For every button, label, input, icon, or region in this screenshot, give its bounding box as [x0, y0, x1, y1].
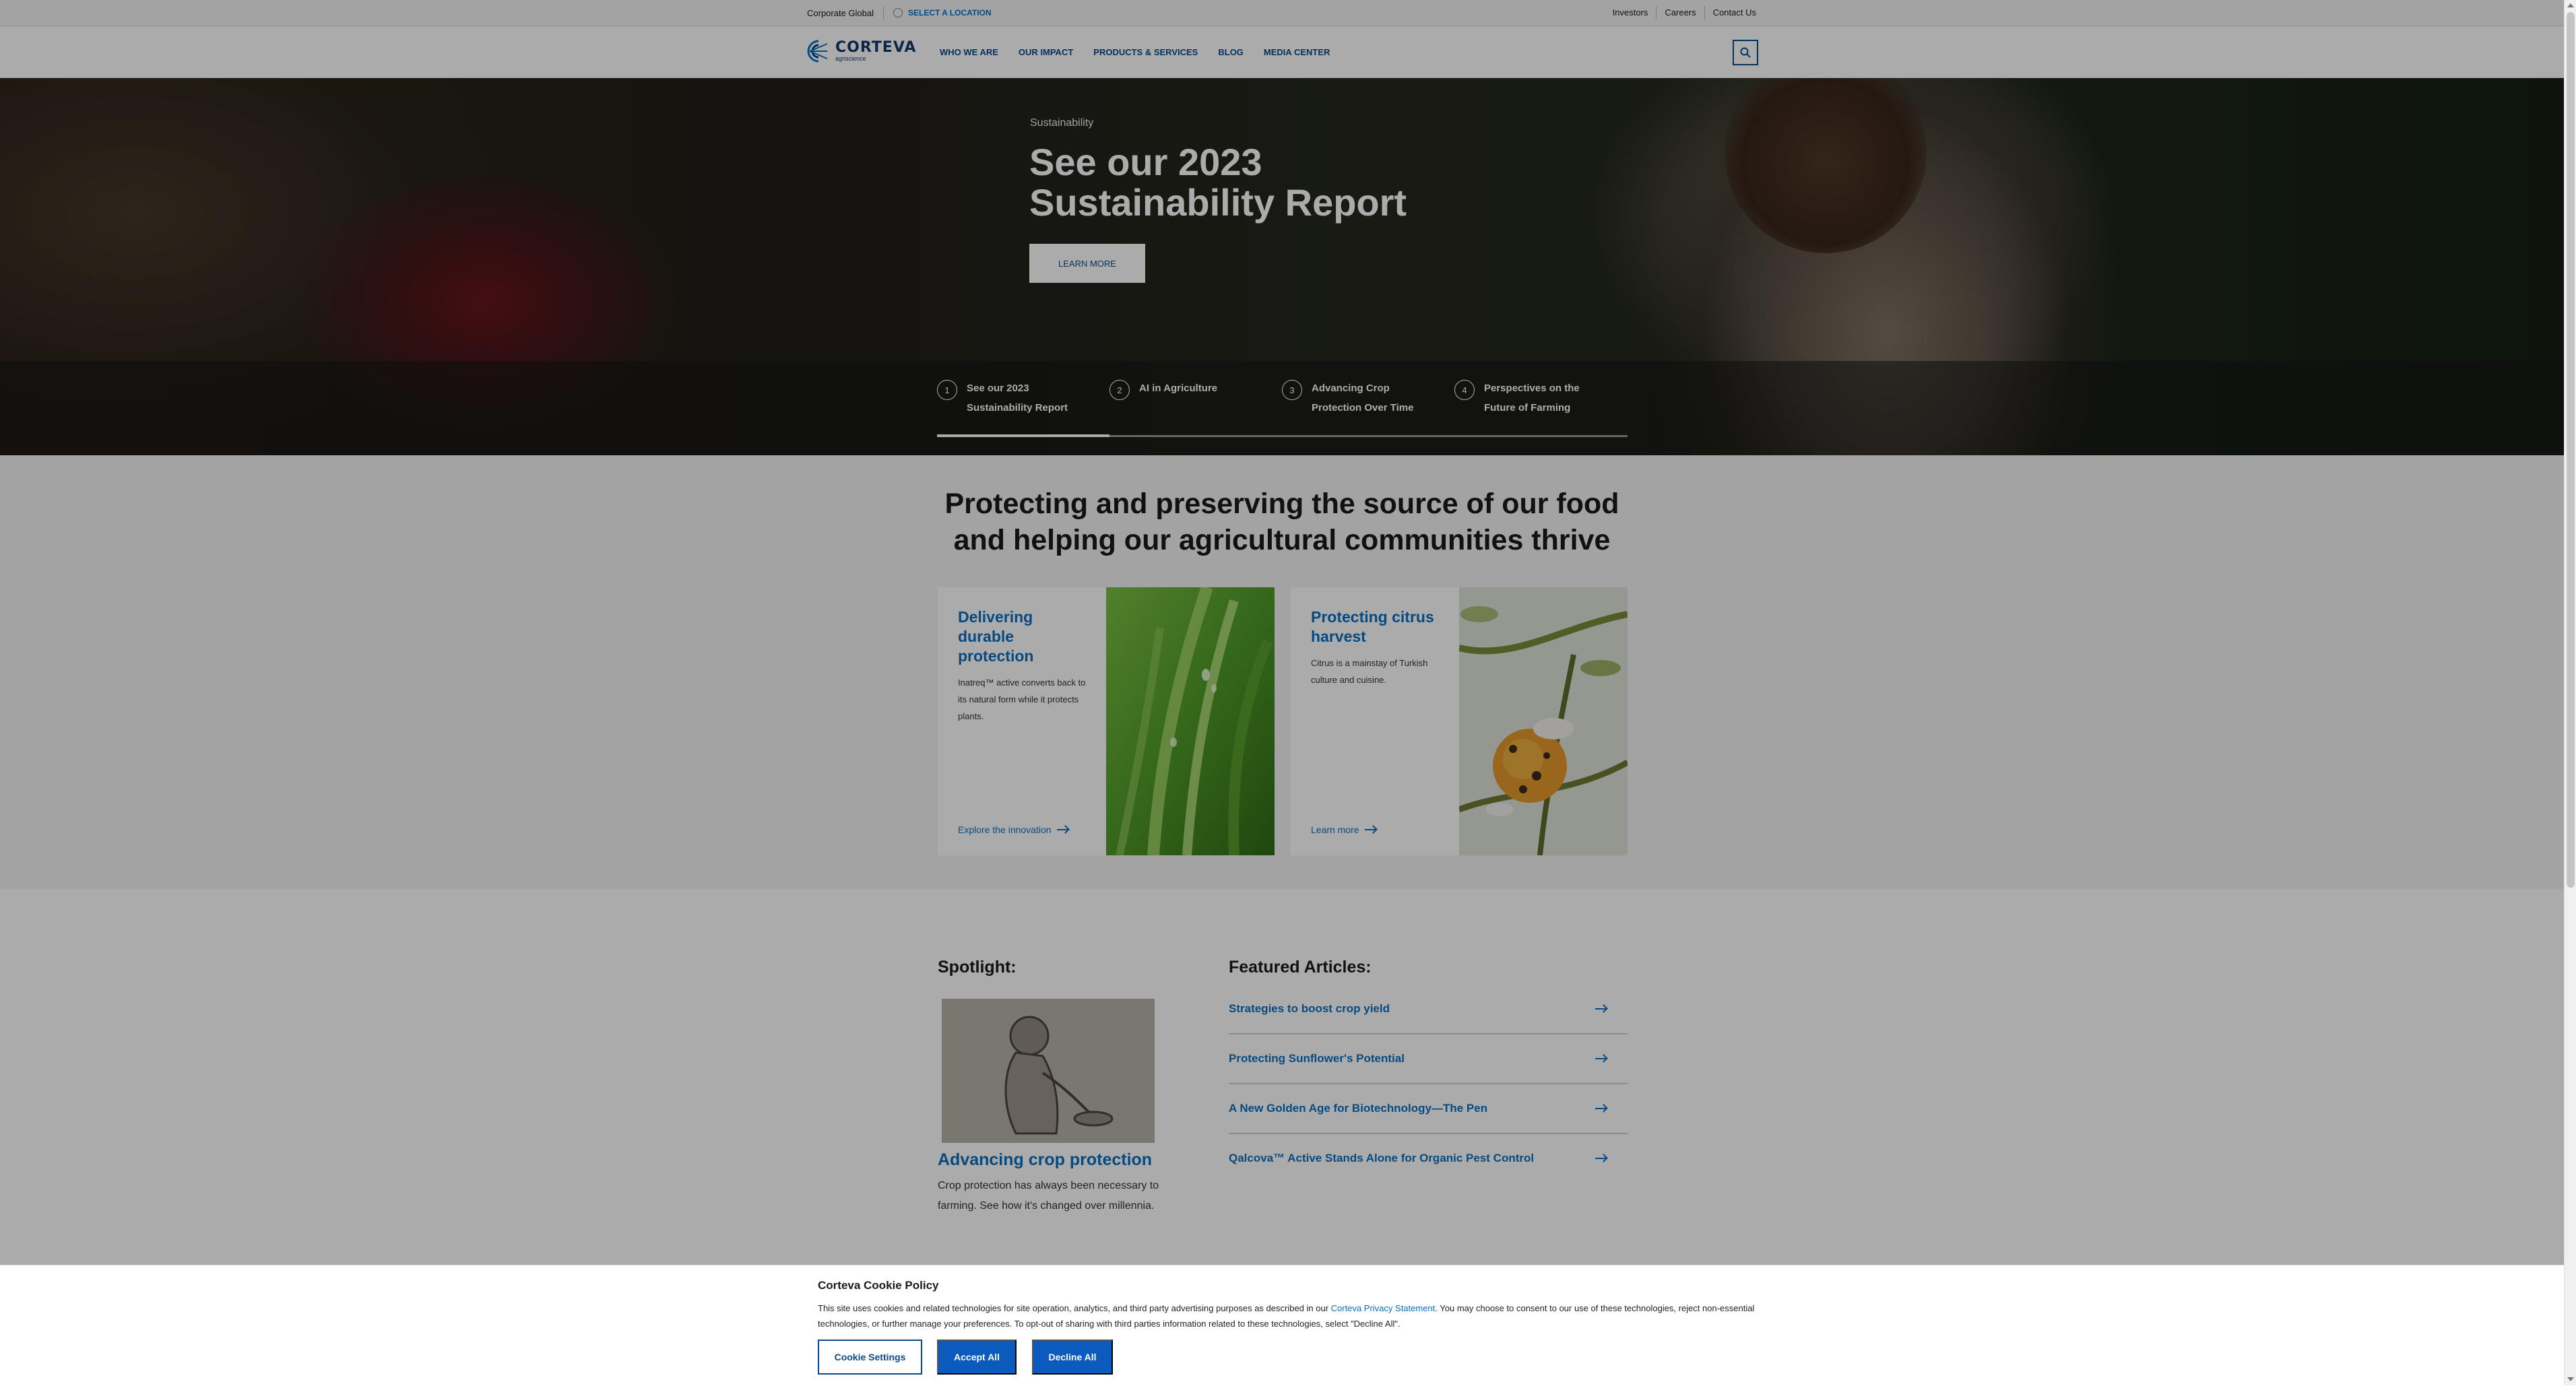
scroll-up-arrow-icon[interactable] — [2567, 3, 2574, 7]
cookie-text-before: This site uses cookies and related techn… — [818, 1303, 1331, 1313]
scroll-thumb[interactable] — [2567, 12, 2575, 888]
cookie-title: Corteva Cookie Policy — [818, 1279, 939, 1292]
privacy-statement-link[interactable]: Corteva Privacy Statement — [1331, 1303, 1436, 1313]
decline-all-button[interactable]: Decline All — [1032, 1340, 1113, 1375]
scroll-down-arrow-icon[interactable] — [2567, 1377, 2574, 1381]
cookie-text: This site uses cookies and related techn… — [818, 1300, 1774, 1331]
cookie-banner: Corteva Cookie Policy This site uses coo… — [0, 1265, 2564, 1386]
accept-all-button[interactable]: Accept All — [937, 1340, 1017, 1375]
modal-backdrop — [0, 0, 2564, 1265]
scrollbar[interactable] — [2564, 0, 2576, 1385]
cookie-settings-button[interactable]: Cookie Settings — [818, 1340, 922, 1375]
